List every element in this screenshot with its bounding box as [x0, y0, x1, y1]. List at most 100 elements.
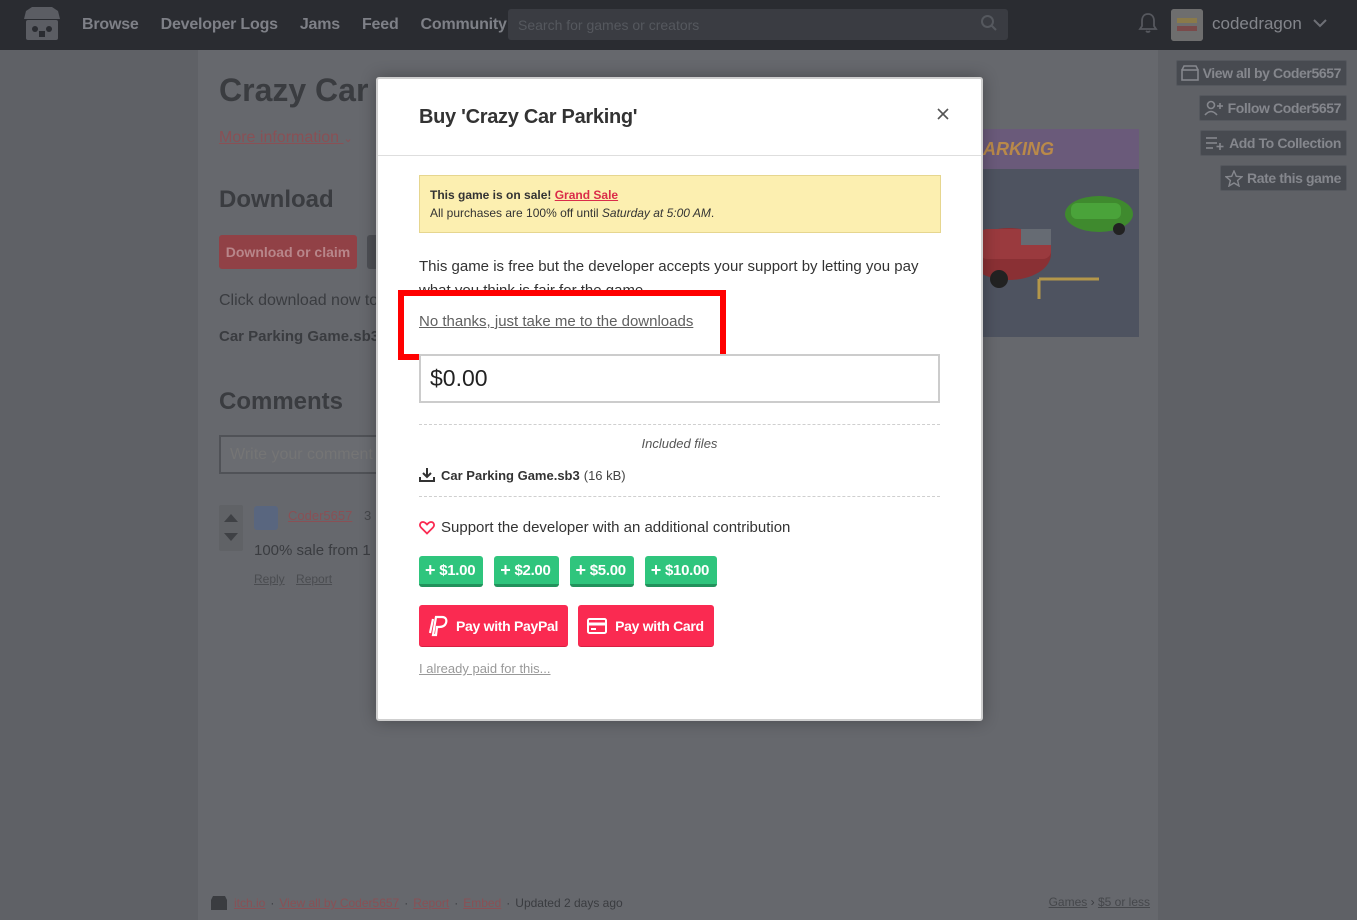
plus-icon: +: [500, 560, 511, 580]
itch-store-icon: [1180, 65, 1199, 81]
grand-sale-link[interactable]: Grand Sale: [555, 188, 618, 202]
download-icon: [419, 468, 435, 482]
comment-avatar[interactable]: [254, 506, 278, 530]
sale-line-2-prefix: All purchases are 100% off until: [430, 206, 599, 220]
tip-1-button[interactable]: + $1.00: [419, 556, 484, 587]
credit-card-icon: [587, 617, 608, 634]
comments-heading: Comments: [219, 388, 344, 415]
nav-community[interactable]: Community: [421, 16, 507, 34]
playlist-add-icon: [1206, 137, 1224, 150]
comment-timestamp: 3: [364, 508, 372, 523]
included-file-name: Car Parking Game.sb3: [441, 468, 580, 483]
plus-icon: +: [425, 560, 436, 580]
buy-modal: Buy 'Crazy Car Parking' This game is on …: [376, 77, 983, 721]
pay-with-paypal-label: Pay with PayPal: [456, 617, 559, 634]
chevron-down-icon[interactable]: [1312, 16, 1328, 30]
footer-separator: ·: [454, 896, 459, 910]
comment-author-link[interactable]: Coder5657: [288, 508, 352, 523]
divider: [419, 496, 940, 497]
top-nav: Browse Developer Logs Jams Feed Communit…: [0, 0, 1357, 50]
chevron-down-icon: ⌄: [343, 133, 353, 145]
avatar-image-icon: [1171, 9, 1203, 41]
download-instructions: Click download now to: [219, 292, 379, 309]
comment-input[interactable]: [219, 435, 389, 474]
itch-logo-icon[interactable]: [22, 7, 62, 43]
upvote-icon[interactable]: [224, 514, 238, 522]
downvote-icon[interactable]: [224, 533, 238, 541]
comment-text: 100% sale from 1: [254, 542, 371, 559]
included-file-size: (16 kB): [583, 468, 626, 483]
tip-2-button[interactable]: + $2.00: [494, 556, 559, 587]
footer-updated: Updated 2 days ago: [515, 896, 623, 910]
tip-1-label: $1.00: [439, 561, 476, 579]
footer-breadcrumb: Games › $5 or less: [1049, 895, 1150, 909]
comment-reply-link[interactable]: Reply: [254, 572, 285, 586]
plus-icon: +: [650, 560, 662, 580]
comment-actions: Reply Report: [254, 572, 340, 586]
footer-games-link[interactable]: Games: [1049, 895, 1088, 909]
footer-separator: ·: [270, 896, 275, 910]
more-information-label: More information: [219, 129, 340, 146]
modal-header: Buy 'Crazy Car Parking': [378, 79, 981, 156]
download-heading: Download: [219, 186, 334, 213]
modal-title: Buy 'Crazy Car Parking': [419, 106, 638, 128]
search-icon[interactable]: [980, 14, 998, 32]
tip-10-button[interactable]: + $10.00: [644, 556, 718, 587]
footer-separator: ·: [404, 896, 409, 910]
follow-button[interactable]: Follow Coder5657: [1198, 95, 1347, 121]
game-title: Crazy Car P: [219, 72, 399, 108]
footer-embed-link[interactable]: Embed: [463, 896, 501, 910]
payment-buttons: Pay with PayPal Pay with Card: [419, 605, 724, 647]
heart-icon: [419, 521, 435, 535]
bell-icon[interactable]: [1138, 12, 1158, 34]
username[interactable]: codedragon: [1212, 14, 1302, 34]
footer-view-all-link[interactable]: View all by Coder5657: [279, 896, 399, 910]
nav-browse[interactable]: Browse: [82, 16, 139, 34]
nav-feed[interactable]: Feed: [362, 16, 399, 34]
more-information-link[interactable]: More information ⌄: [219, 129, 353, 147]
pay-with-card-button[interactable]: Pay with Card: [578, 605, 714, 647]
pay-with-card-label: Pay with Card: [615, 617, 704, 634]
already-paid-link[interactable]: I already paid for this...: [419, 661, 551, 676]
pay-with-paypal-button[interactable]: Pay with PayPal: [419, 605, 569, 647]
car-screenshot-image: ARKING: [979, 129, 1139, 337]
follow-label: Follow Coder5657: [1227, 100, 1342, 116]
game-screenshot[interactable]: ARKING: [979, 129, 1139, 337]
footer-itch-link[interactable]: itch.io: [234, 896, 265, 910]
tip-5-label: $5.00: [589, 561, 626, 579]
plus-icon: +: [575, 560, 587, 580]
rate-game-button[interactable]: Rate this game: [1220, 165, 1347, 191]
tip-5-button[interactable]: + $5.00: [569, 556, 634, 587]
included-file-row: Car Parking Game.sb3 (16 kB): [419, 468, 626, 483]
price-input[interactable]: [419, 354, 940, 403]
footer-price-link[interactable]: $5 or less: [1098, 895, 1150, 909]
add-to-collection-label: Add To Collection: [1229, 135, 1341, 151]
footer-report-link[interactable]: Report: [413, 896, 449, 910]
download-or-claim-button[interactable]: Download or claim: [219, 235, 357, 269]
tip-buttons: + $1.00 + $2.00 + $5.00 + $10.00: [419, 556, 728, 587]
view-all-button[interactable]: View all by Coder5657: [1175, 60, 1347, 86]
nav-developer-logs[interactable]: Developer Logs: [161, 16, 278, 34]
breadcrumb-separator: ›: [1090, 895, 1098, 909]
sale-line-2: All purchases are 100% off until Saturda…: [430, 204, 930, 222]
nav-links: Browse Developer Logs Jams Feed Communit…: [82, 0, 529, 50]
view-all-label: View all by Coder5657: [1202, 65, 1342, 81]
comment-report-link[interactable]: Report: [296, 572, 332, 586]
nav-jams[interactable]: Jams: [300, 16, 340, 34]
sale-end-time: Saturday at 5:00 AM: [601, 206, 711, 220]
add-user-icon: [1203, 100, 1223, 116]
footer: itch.io · View all by Coder5657 · Report…: [210, 893, 1150, 913]
tip-10-label: $10.00: [665, 561, 710, 579]
sale-prefix: This game is on sale!: [430, 188, 552, 202]
search-input[interactable]: [508, 9, 1008, 40]
support-text: Support the developer with an additional…: [441, 519, 791, 536]
close-icon[interactable]: [935, 106, 951, 122]
footer-separator: ·: [506, 896, 511, 910]
no-thanks-download-link[interactable]: No thanks, just take me to the downloads: [419, 313, 693, 330]
avatar[interactable]: [1171, 9, 1203, 41]
support-row: Support the developer with an additional…: [419, 519, 790, 536]
divider: [419, 424, 940, 425]
upload-filename: Car Parking Game.sb3: [219, 328, 380, 345]
tip-2-label: $2.00: [514, 561, 551, 579]
add-to-collection-button[interactable]: Add To Collection: [1200, 130, 1347, 156]
